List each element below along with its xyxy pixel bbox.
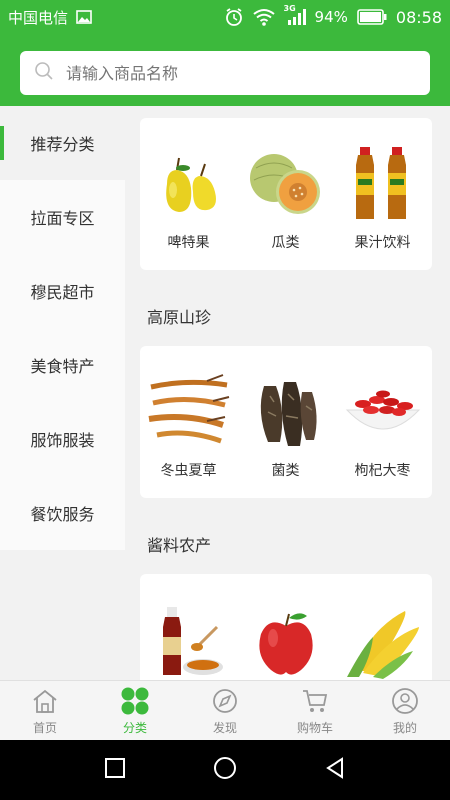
sidebar-item-noodles[interactable]: 拉面专区 <box>0 180 125 254</box>
tab-label: 分类 <box>122 720 147 735</box>
apple-image <box>243 600 329 680</box>
carrier-name: 中国电信 <box>8 8 69 27</box>
clock-time: 08:58 <box>395 7 442 27</box>
sidebar-item-clothing[interactable]: 服饰服装 <box>0 402 125 476</box>
tab-label: 我的 <box>392 720 417 735</box>
goji-image <box>340 368 426 454</box>
category-item-mushroom[interactable]: 菌类 <box>237 368 334 498</box>
status-bar: 中国电信 3G 94% 08:58 <box>0 0 450 34</box>
category-item-goji[interactable]: 枸杞大枣 <box>334 368 431 498</box>
category-item-label: 果汁饮料 <box>354 235 411 251</box>
alarm-icon <box>224 7 244 27</box>
profile-icon <box>390 686 420 716</box>
category-sidebar: 推荐分类 拉面专区 穆民超市 美食特产 服饰服装 餐饮服务 <box>0 106 125 680</box>
category-item-melon[interactable]: 瓜类 <box>237 140 334 270</box>
battery-percent: 94% <box>314 8 348 26</box>
sidebar-item-specialties[interactable]: 美食特产 <box>0 328 125 402</box>
tab-category[interactable]: 分类 <box>90 681 180 740</box>
category-item-cordyceps[interactable]: 冬虫夏草 <box>140 368 237 498</box>
tab-cart[interactable]: 购物车 <box>270 681 360 740</box>
battery-icon <box>357 9 387 25</box>
system-nav-bar <box>0 740 450 800</box>
tab-discover[interactable]: 发现 <box>180 681 270 740</box>
image-icon <box>76 10 92 24</box>
sidebar-item-dining[interactable]: 餐饮服务 <box>0 476 125 550</box>
section-title-sauce: 酱料农产 <box>147 536 212 555</box>
category-item-juice[interactable]: 果汁饮料 <box>334 140 431 270</box>
category-card: 啤特果 瓜类 果汁饮料 <box>140 118 432 270</box>
sidebar-item-label: 服饰服装 <box>30 431 95 450</box>
sidebar-item-supermarket[interactable]: 穆民超市 <box>0 254 125 328</box>
cart-icon <box>300 686 330 716</box>
pear-image <box>146 140 232 226</box>
search-input[interactable] <box>66 63 386 83</box>
search-header <box>0 34 450 106</box>
discover-icon <box>210 686 240 716</box>
sidebar-item-recommended[interactable]: 推荐分类 <box>0 106 125 180</box>
category-item-label: 啤特果 <box>167 235 210 251</box>
sidebar-item-label: 美食特产 <box>30 357 95 376</box>
category-item-label: 瓜类 <box>271 235 300 251</box>
sidebar-item-label: 拉面专区 <box>30 209 95 228</box>
category-item-corn[interactable] <box>334 600 431 680</box>
tab-home[interactable]: 首页 <box>0 681 90 740</box>
cordyceps-image <box>146 368 232 454</box>
tab-profile[interactable]: 我的 <box>360 681 450 740</box>
category-item-pear[interactable]: 啤特果 <box>140 140 237 270</box>
category-item-label: 冬虫夏草 <box>160 463 217 479</box>
category-item-label: 菌类 <box>271 463 300 479</box>
category-content: 啤特果 瓜类 果汁饮料 高原山珍 冬虫夏草 菌类 枸杞大枣 酱料农产 <box>125 106 450 680</box>
home-icon <box>30 686 60 716</box>
bottom-tab-bar: 首页 分类 发现 购物车 我的 <box>0 680 450 740</box>
category-item-sauce[interactable] <box>140 600 237 680</box>
sidebar-item-label: 餐饮服务 <box>30 505 95 524</box>
wifi-icon <box>252 8 275 26</box>
category-item-label: 枸杞大枣 <box>354 463 411 479</box>
morel-image <box>243 368 329 454</box>
sidebar-item-label: 穆民超市 <box>30 283 95 302</box>
network-type: 3G <box>283 4 296 13</box>
search-icon <box>34 61 54 85</box>
search-bar[interactable] <box>20 51 430 95</box>
corn-image <box>340 600 426 680</box>
recents-button[interactable] <box>104 757 126 783</box>
juice-image <box>340 140 426 226</box>
sauce-image <box>146 600 232 680</box>
back-button[interactable] <box>324 757 346 783</box>
category-card: 冬虫夏草 菌类 枸杞大枣 <box>140 346 432 498</box>
category-card <box>140 574 432 680</box>
section-title-plateau: 高原山珍 <box>147 308 212 327</box>
sidebar-item-label: 推荐分类 <box>30 135 95 154</box>
tab-label: 购物车 <box>296 720 333 735</box>
signal-icon: 3G <box>284 4 306 26</box>
melon-image <box>243 140 329 226</box>
category-item-apple[interactable] <box>237 600 334 680</box>
tab-label: 首页 <box>32 720 57 735</box>
category-icon <box>120 686 150 716</box>
tab-label: 发现 <box>212 720 237 735</box>
home-button[interactable] <box>213 756 237 784</box>
